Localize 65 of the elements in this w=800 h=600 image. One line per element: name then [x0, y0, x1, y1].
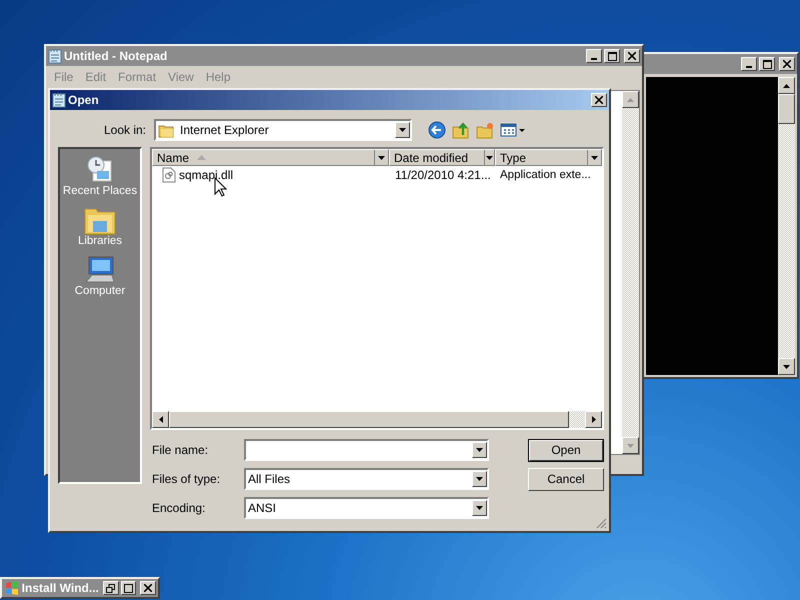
scroll-up-button[interactable]	[778, 77, 795, 94]
windows-logo-icon	[4, 580, 20, 596]
vertical-scrollbar[interactable]	[778, 77, 795, 375]
field-label: Encoding:	[151, 501, 206, 515]
down-arrow-icon	[783, 364, 790, 368]
scroll-right-button[interactable]	[585, 411, 602, 428]
down-arrow-icon	[627, 444, 634, 448]
maximize-icon	[608, 52, 616, 60]
file-icon	[162, 167, 176, 183]
notepad-icon	[52, 92, 66, 108]
scroll-down-button[interactable]	[778, 358, 795, 375]
close-icon	[595, 96, 603, 104]
maximize-button[interactable]	[759, 57, 775, 71]
date-modified-cell-text: 11/20/2010 4:21...	[394, 168, 492, 182]
dropdown-field[interactable]	[244, 439, 489, 461]
maximize-icon	[124, 584, 133, 592]
scroll-thumb[interactable]	[778, 94, 795, 124]
vertical-scrollbar[interactable]	[622, 91, 639, 454]
maximize-button[interactable]	[120, 581, 136, 595]
close-button[interactable]	[779, 57, 795, 71]
computer-icon	[84, 255, 116, 285]
resize-grip-icon[interactable]	[595, 517, 607, 529]
scroll-left-button[interactable]	[152, 411, 169, 428]
cancel-button[interactable]: Cancel	[528, 468, 604, 490]
type-cell-text: Application exte...	[499, 169, 592, 181]
place-label[interactable]: Libraries	[78, 235, 122, 247]
dropdown-arrow-icon	[587, 150, 601, 165]
column-header[interactable]: Type	[495, 149, 602, 166]
close-icon	[783, 60, 791, 68]
file-name-cell[interactable]: sqmapi.dll	[179, 168, 234, 182]
field-label: File name:	[151, 443, 210, 457]
close-icon	[144, 584, 152, 592]
restore-icon	[106, 584, 116, 592]
scroll-down-button[interactable]	[622, 437, 639, 454]
place-label[interactable]: Computer	[74, 285, 126, 297]
window-title: Install Wind...	[22, 581, 99, 595]
close-icon	[628, 52, 636, 60]
dropdown-arrow-icon	[484, 150, 494, 165]
column-header[interactable]: Date modified	[389, 149, 495, 166]
dropdown-field[interactable]: ANSI	[244, 497, 489, 519]
open-button[interactable]: Open	[528, 438, 604, 462]
maximize-button[interactable]	[604, 49, 620, 63]
notepad-icon	[48, 48, 62, 64]
place-label[interactable]: Recent Places	[62, 185, 138, 197]
up-arrow-icon	[627, 98, 634, 102]
restore-button[interactable]	[102, 581, 119, 595]
field-label: Files of type:	[151, 472, 222, 486]
dialog-title: Open	[68, 93, 99, 107]
view-menu-icon[interactable]	[500, 122, 526, 138]
scroll-up-button[interactable]	[622, 91, 639, 108]
minimize-button[interactable]	[586, 49, 602, 63]
column-header[interactable]: Name	[152, 149, 389, 166]
dropdown-arrow-icon	[374, 150, 388, 165]
left-arrow-icon	[158, 416, 162, 423]
right-arrow-icon	[592, 416, 596, 423]
window-title: Untitled - Notepad	[64, 49, 168, 63]
close-button[interactable]	[624, 49, 640, 63]
look-in-label: Look in:	[102, 123, 147, 137]
dropdown-field[interactable]: All Files	[244, 468, 489, 490]
look-in-dropdown[interactable]: Internet Explorer	[154, 119, 412, 141]
up-arrow-icon	[783, 84, 790, 88]
close-button[interactable]	[140, 581, 156, 595]
minimize-button[interactable]	[741, 57, 757, 71]
close-button[interactable]	[591, 93, 607, 107]
maximize-icon	[762, 60, 772, 68]
